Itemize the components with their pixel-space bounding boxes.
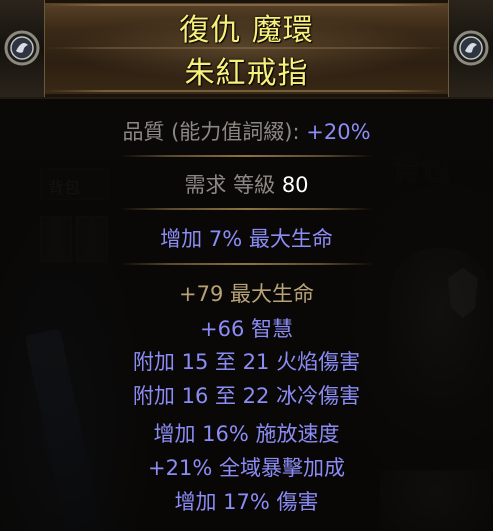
- explicit-mod: +66 智慧: [200, 317, 293, 341]
- explicit-mod: +79 最大生命: [179, 282, 314, 306]
- item-tooltip-header: 復仇 魔環 朱紅戒指: [0, 0, 493, 99]
- item-name: 復仇 魔環: [179, 13, 314, 48]
- item-tooltip: 復仇 魔環 朱紅戒指 品質 (能力值詞綴): +20% 需求 等級 80 增加 …: [0, 0, 493, 531]
- quality-label: 品質 (能力值詞綴):: [122, 120, 300, 144]
- quality-line: 品質 (能力值詞綴): +20%: [0, 116, 493, 146]
- explicit-mod: 增加 17% 傷害: [174, 490, 319, 514]
- properties-separator: [120, 155, 373, 157]
- requirement-label: 需求 等級: [184, 173, 276, 197]
- explicit-mod: 附加 16 至 22 冰冷傷害: [132, 384, 361, 408]
- explicit-mod: +21% 全域暴擊加成: [148, 456, 345, 480]
- requirements-separator: [120, 208, 373, 210]
- implicit-separator: [120, 263, 373, 265]
- item-tooltip-body: 品質 (能力值詞綴): +20% 需求 等級 80 增加 7% 最大生命 +79…: [0, 97, 493, 531]
- requirement-level-value: 80: [281, 173, 309, 197]
- implicit-mod: 增加 7% 最大生命: [160, 227, 333, 251]
- game-screen: 背包 背包 復仇 魔環 朱紅戒指: [0, 0, 493, 531]
- explicit-mod: 增加 16% 施放速度: [153, 422, 340, 446]
- quality-value: +20%: [306, 120, 371, 144]
- item-base-type: 朱紅戒指: [184, 56, 309, 91]
- requirement-line: 需求 等級 80: [0, 169, 493, 199]
- explicit-mod: 附加 15 至 21 火焰傷害: [132, 350, 361, 374]
